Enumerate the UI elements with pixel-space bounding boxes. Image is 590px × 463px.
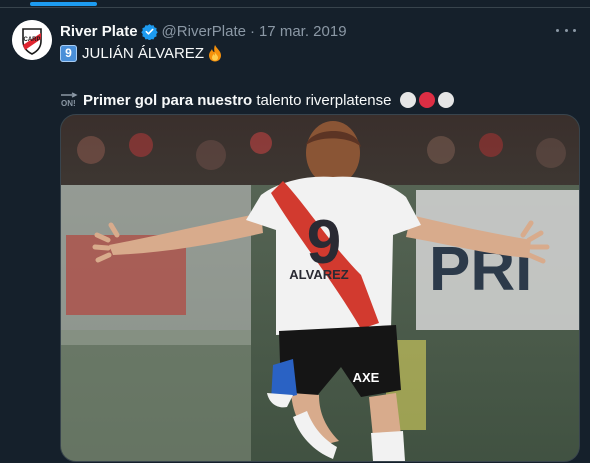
avatar[interactable]: CARP bbox=[12, 20, 52, 60]
white-circle-icon bbox=[400, 92, 417, 108]
tweet-header: River Plate @RiverPlate · 17 mar. 2019 bbox=[60, 21, 347, 41]
red-circle-icon bbox=[419, 92, 436, 108]
tweet[interactable]: CARP River Plate @RiverPlate · 17 mar. 2… bbox=[0, 8, 590, 463]
jersey-name: ALVAREZ bbox=[289, 267, 349, 282]
user-handle[interactable]: @RiverPlate bbox=[162, 23, 246, 40]
player-name-text: JULIÁN ÁLVAREZ bbox=[82, 44, 204, 62]
svg-text:ON!: ON! bbox=[61, 99, 76, 108]
tweet-date[interactable]: 17 mar. 2019 bbox=[259, 23, 347, 40]
on-arrow-emoji-icon: ON! bbox=[60, 92, 78, 108]
tweet-regular-text: talento riverplatense bbox=[252, 91, 392, 109]
white-circle-icon bbox=[438, 92, 455, 108]
separator-dot: · bbox=[249, 22, 255, 40]
tweet-bold-text: Primer gol para nuestro bbox=[83, 91, 253, 109]
tweet-media-image[interactable]: PRI 9 ALVAREZ AXE bbox=[60, 114, 580, 462]
more-options-icon[interactable] bbox=[556, 22, 576, 38]
verified-badge-icon bbox=[140, 23, 158, 40]
active-tab-indicator bbox=[30, 2, 97, 6]
tweet-text-line-2: ON! Primer gol para nuestro talento rive… bbox=[60, 89, 455, 111]
shorts-brand: AXE bbox=[353, 370, 380, 385]
river-plate-crest-icon: CARP bbox=[12, 20, 52, 60]
svg-text:CARP: CARP bbox=[23, 37, 40, 43]
keycap-nine-emoji: 9 bbox=[60, 44, 77, 62]
fire-emoji-icon bbox=[208, 44, 222, 62]
display-name[interactable]: River Plate bbox=[60, 23, 138, 40]
tweet-text-line-1: 9 JULIÁN ÁLVAREZ bbox=[60, 42, 222, 64]
